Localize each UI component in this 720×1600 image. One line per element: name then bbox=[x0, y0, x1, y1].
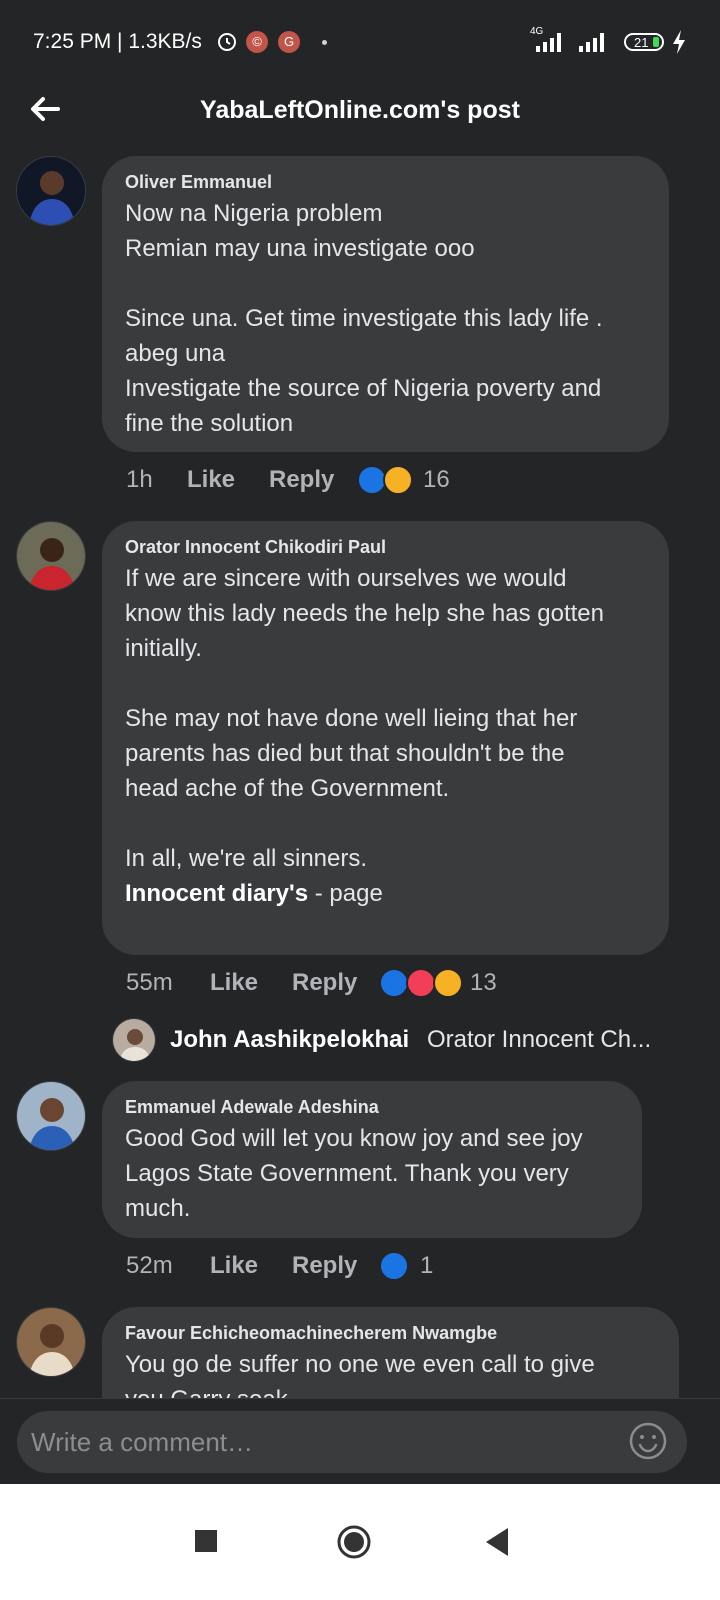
care-reaction-icon bbox=[433, 968, 463, 998]
avatar[interactable] bbox=[16, 1081, 86, 1151]
haha-reaction-icon bbox=[383, 465, 413, 495]
comment-author[interactable]: Orator Innocent Chikodiri Paul bbox=[125, 537, 646, 558]
status-time: 7:25 PM | 1.3KB/s bbox=[33, 30, 202, 53]
comment-author[interactable]: Favour Echicheomachinecherem Nwamgbe bbox=[125, 1323, 656, 1344]
like-button[interactable]: Like bbox=[210, 963, 258, 1003]
comment-bubble: Emmanuel Adewale Adeshina Good God will … bbox=[102, 1081, 642, 1238]
avatar[interactable] bbox=[16, 1307, 86, 1377]
avatar[interactable] bbox=[16, 156, 86, 226]
love-reaction-icon bbox=[406, 968, 436, 998]
back-icon[interactable] bbox=[466, 1510, 530, 1574]
comment-actions: 1h Like Reply 16 bbox=[126, 460, 626, 500]
charging-icon bbox=[673, 30, 685, 54]
emoji-icon[interactable] bbox=[628, 1421, 668, 1461]
page-signature[interactable]: Innocent diary's - page bbox=[125, 876, 646, 911]
like-reaction-icon bbox=[379, 1251, 409, 1281]
reaction-count[interactable]: 16 bbox=[423, 460, 450, 500]
comment-author[interactable]: Oliver Emmanuel bbox=[125, 172, 646, 193]
reply-button[interactable]: Reply bbox=[269, 460, 334, 500]
more-notifications-icon bbox=[322, 40, 327, 45]
comment-input[interactable] bbox=[17, 1411, 687, 1473]
comment-time: 1h bbox=[126, 466, 153, 493]
reaction-count[interactable]: 1 bbox=[420, 1246, 433, 1286]
post-header: YabaLeftOnline.com's post bbox=[0, 86, 720, 146]
comment-time: 55m bbox=[126, 969, 173, 996]
like-button[interactable]: Like bbox=[210, 1246, 258, 1286]
recent-apps-icon[interactable] bbox=[175, 1510, 239, 1574]
notification-icon: © bbox=[246, 31, 268, 53]
notification-icon: G bbox=[278, 31, 300, 53]
avatar bbox=[112, 1018, 156, 1062]
comment-text: Now na Nigeria problem Remian may una in… bbox=[125, 200, 603, 437]
home-icon[interactable] bbox=[322, 1510, 386, 1574]
comment-actions: 52m Like Reply 1 bbox=[126, 1246, 626, 1286]
like-button[interactable]: Like bbox=[187, 460, 235, 500]
page-name[interactable]: Innocent diary's bbox=[125, 880, 308, 907]
alarm-icon bbox=[218, 33, 236, 51]
page-title: YabaLeftOnline.com's post bbox=[200, 96, 520, 124]
comment-bubble: Oliver Emmanuel Now na Nigeria problem R… bbox=[102, 156, 669, 452]
comment-composer bbox=[0, 1398, 720, 1485]
signal-icon bbox=[536, 33, 561, 52]
comment-actions: 55m Like Reply 13 bbox=[126, 963, 626, 1003]
system-navigation-bar bbox=[0, 1484, 720, 1600]
status-bar: 7:25 PM | 1.3KB/s © G 4G 21 bbox=[0, 0, 720, 86]
page-suffix: - page bbox=[308, 880, 383, 907]
reply-author[interactable]: John Aashikpelokhai bbox=[170, 1026, 409, 1054]
reply-snippet: Orator Innocent Ch... bbox=[427, 1026, 652, 1053]
reaction-count[interactable]: 13 bbox=[470, 963, 497, 1003]
comment-author[interactable]: Emmanuel Adewale Adeshina bbox=[125, 1097, 619, 1118]
battery-level: 21 bbox=[634, 35, 649, 50]
reply-button[interactable]: Reply bbox=[292, 963, 357, 1003]
reply-button[interactable]: Reply bbox=[292, 1246, 357, 1286]
comment-text: Good God will let you know joy and see j… bbox=[125, 1125, 583, 1222]
battery-icon: 21 bbox=[624, 33, 664, 51]
avatar[interactable] bbox=[16, 521, 86, 591]
like-reaction-icon bbox=[379, 968, 409, 998]
comment-text: If we are sincere with ourselves we woul… bbox=[125, 565, 604, 872]
reply-preview[interactable]: John Aashikpelokhai Orator Innocent Ch..… bbox=[112, 1018, 712, 1064]
comment-time: 52m bbox=[126, 1252, 173, 1279]
comment-bubble: Orator Innocent Chikodiri Paul If we are… bbox=[102, 521, 669, 955]
signal-icon bbox=[579, 33, 604, 52]
